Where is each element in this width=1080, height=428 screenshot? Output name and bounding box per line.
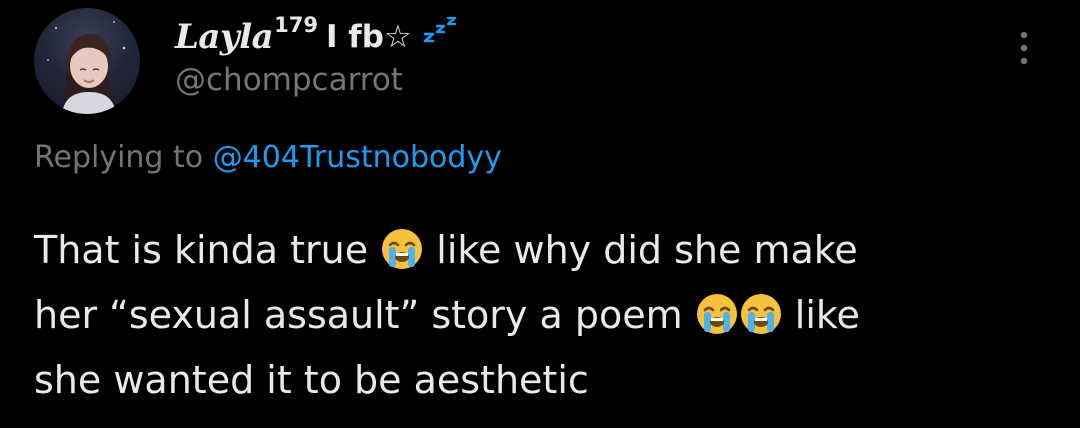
loudly-crying-face-icon (739, 291, 783, 335)
loudly-crying-face-icon (380, 226, 424, 270)
zzz-icon (422, 15, 460, 47)
display-name-rest: I fb☆ (325, 19, 412, 55)
tweet-text: That is kinda true like why did she make… (34, 218, 1044, 413)
tweet-text-segment: she wanted it to be aesthetic (34, 358, 589, 402)
user-handle[interactable]: @chompcarrot (175, 62, 460, 98)
display-name[interactable]: Layla 179 I fb☆ (175, 13, 460, 60)
tweet-text-segment: That is kinda true (34, 228, 381, 272)
display-name-script: Layla (175, 17, 274, 57)
tweet-header: Layla 179 I fb☆ @chompcarrot (175, 13, 460, 98)
avatar[interactable] (34, 8, 140, 114)
tweet[interactable]: Layla 179 I fb☆ @chompcarrot Replying to @… (0, 0, 1080, 428)
more-vertical-icon[interactable] (1012, 28, 1036, 68)
reply-mention-link[interactable]: @404Trustnobodyy (213, 140, 502, 175)
replying-to: Replying to @404Trustnobodyy (34, 140, 502, 175)
display-name-superscript: 179 (274, 13, 318, 37)
replying-to-label: Replying to (34, 140, 204, 175)
tweet-text-segment: like why did she make (424, 228, 858, 272)
tweet-text-line: her “sexual assault” story a poem like (34, 283, 1044, 348)
tweet-text-segment: her “sexual assault” story a poem (34, 293, 695, 337)
tweet-text-segment: like (782, 293, 860, 337)
tweet-text-line: she wanted it to be aesthetic (34, 348, 1044, 413)
tweet-text-line: That is kinda true like why did she make (34, 218, 1044, 283)
loudly-crying-face-icon (695, 291, 739, 335)
